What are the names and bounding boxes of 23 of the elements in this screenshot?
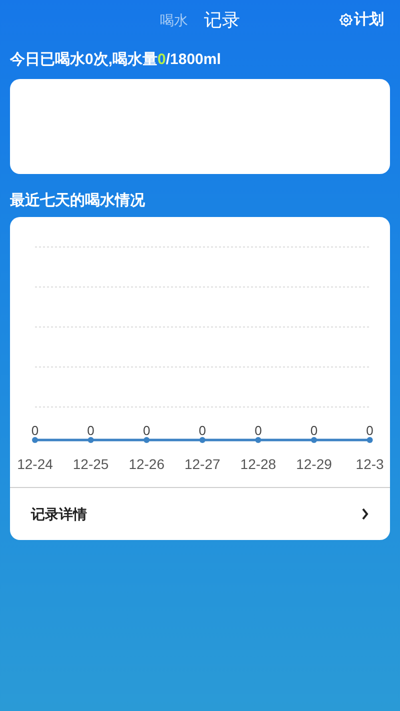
settings-icon — [339, 13, 353, 28]
date-label: 12-28 — [240, 456, 276, 472]
value-label: 0 — [366, 423, 374, 438]
header-tab[interactable]: 记录 — [204, 6, 240, 34]
today-summary: 今日已喝水0次,喝水量0/1800ml — [10, 50, 222, 70]
value-label: 0 — [87, 423, 94, 438]
header-tab[interactable]: 喝水 — [160, 10, 188, 30]
plan-button[interactable]: 计划 — [339, 9, 384, 32]
value-label: 0 — [310, 423, 318, 438]
date-label: 12-26 — [128, 456, 164, 472]
value-label: 0 — [31, 423, 39, 438]
value-label: 0 — [142, 423, 150, 438]
date-label: 12-24 — [17, 456, 53, 472]
details-row[interactable]: 记录详情 — [10, 488, 390, 540]
details-label: 记录详情 — [31, 504, 87, 524]
value-label: 0 — [198, 423, 206, 438]
section-title: 最近七天的喝水情况 — [10, 191, 146, 211]
chevron-right-icon — [361, 508, 369, 520]
date-label: 12-25 — [72, 456, 109, 472]
date-label: 12-3 — [356, 456, 384, 472]
date-label: 12-29 — [296, 456, 332, 472]
date-label: 12-27 — [184, 456, 220, 472]
value-label: 0 — [254, 423, 262, 438]
